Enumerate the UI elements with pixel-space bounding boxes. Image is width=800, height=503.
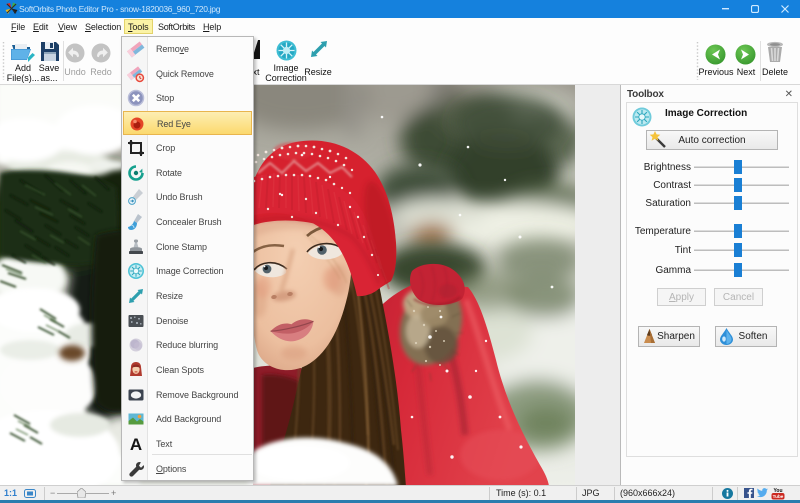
svg-text:Tube: Tube	[773, 494, 784, 499]
svg-text:A: A	[130, 435, 142, 453]
